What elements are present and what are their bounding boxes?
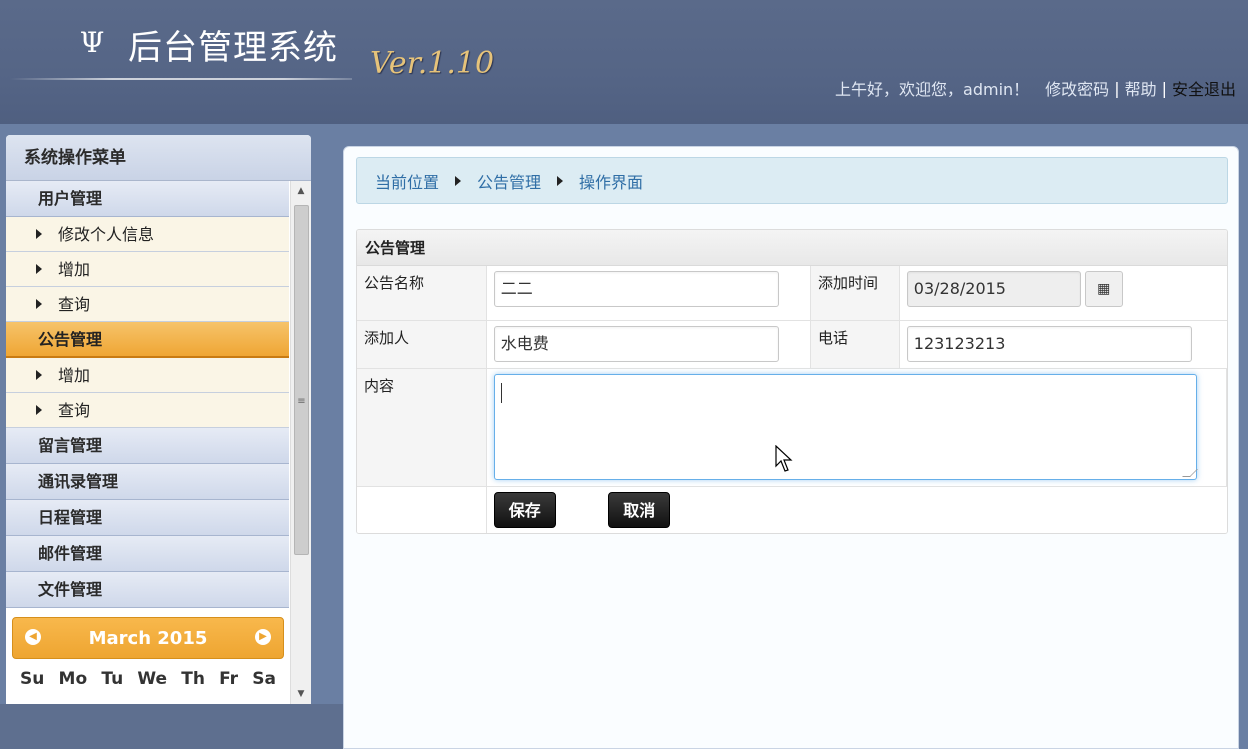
sidebar-scrollbar[interactable]: ▲ ≡ ▼ [290, 181, 311, 704]
field-cell [486, 369, 1227, 486]
weekday-label: Tu [101, 669, 124, 689]
breadcrumb: 当前位置 公告管理 操作界面 [356, 157, 1228, 204]
weekday-label: Su [20, 669, 45, 689]
menu-item-notice-add[interactable]: 增加 [6, 358, 289, 393]
field-cell: 水电费 [486, 321, 811, 368]
phone-input[interactable]: 123123213 [906, 326, 1192, 362]
caret-right-icon [36, 370, 42, 380]
menu-group-notice[interactable]: 公告管理 [6, 322, 289, 358]
calendar-weekdays: Su Mo Tu We Th Fr Sa [12, 669, 284, 689]
save-button[interactable]: 保存 [493, 492, 556, 528]
menu-item-label: 增加 [58, 260, 91, 279]
menu-item-edit-profile[interactable]: 修改个人信息 [6, 217, 289, 252]
logout-link[interactable]: 安全退出 [1172, 76, 1236, 100]
caret-right-icon [36, 299, 42, 309]
field-cell: 二二 [486, 266, 811, 320]
menu-item-user-query[interactable]: 查询 [6, 287, 289, 322]
footer-strip [0, 704, 344, 749]
resize-handle-icon[interactable] [1181, 469, 1198, 477]
menu-item-label: 查询 [58, 401, 91, 420]
caret-right-icon [36, 405, 42, 415]
sidebar-title: 系统操作菜单 [6, 135, 311, 181]
link-separator: | [1161, 78, 1167, 98]
field-cell: 123123213 [899, 321, 1227, 368]
form-row: 保存 取消 [357, 487, 1227, 533]
grip-icon: ≡ [297, 396, 306, 407]
field-label: 内容 [357, 369, 487, 486]
sidebar: 系统操作菜单 用户管理 修改个人信息 增加 查询 公告管理 增加 查询 留言管理… [6, 135, 311, 704]
field-cell: 03/28/2015 ▦ [899, 266, 1227, 320]
field-label: 公告名称 [357, 266, 487, 320]
weekday-label: Sa [252, 669, 276, 689]
main-panel: 当前位置 公告管理 操作界面 公告管理 公告名称 二二 添加时间 03/28/2… [343, 146, 1239, 749]
calendar-icon[interactable]: ▦ [1084, 271, 1123, 307]
logo-icon: Ψ [79, 26, 105, 59]
calendar-header: ◀ March 2015 ▶ [12, 617, 284, 659]
menu-group-user[interactable]: 用户管理 [6, 181, 289, 217]
menu-group-contacts[interactable]: 通讯录管理 [6, 464, 289, 500]
menu-item-notice-query[interactable]: 查询 [6, 393, 289, 428]
scroll-thumb[interactable]: ≡ [294, 205, 309, 555]
change-password-link[interactable]: 修改密码 [1045, 76, 1109, 100]
menu-item-label: 修改个人信息 [58, 225, 155, 244]
content-textarea[interactable] [493, 374, 1198, 480]
weekday-label: Fr [219, 669, 239, 689]
app-title: 后台管理系统 [128, 28, 338, 68]
header: Ψ 后台管理系统 Ver.1.10 上午好，欢迎您，admin！ 修改密码 | … [0, 0, 1248, 124]
menu-group-schedule[interactable]: 日程管理 [6, 500, 289, 536]
cancel-button[interactable]: 取消 [608, 492, 671, 528]
breadcrumb-item: 当前位置 [375, 172, 440, 192]
form-caption: 公告管理 [357, 230, 1227, 266]
text-cursor [500, 383, 502, 403]
greeting-text: 上午好，欢迎您，admin！ [835, 80, 1030, 99]
menu-item-user-add[interactable]: 增加 [6, 252, 289, 287]
form-row: 添加人 水电费 电话 123123213 [357, 321, 1227, 369]
weekday-label: Mo [58, 669, 88, 689]
adder-input[interactable]: 水电费 [493, 326, 779, 362]
version-label: Ver.1.10 [370, 46, 495, 81]
chevron-right-icon[interactable]: ▶ [255, 629, 271, 645]
menu-item-label: 增加 [58, 366, 91, 385]
caret-right-icon [455, 175, 462, 186]
field-label: 添加时间 [810, 266, 900, 320]
form-row: 公告名称 二二 添加时间 03/28/2015 ▦ [357, 266, 1227, 321]
help-link[interactable]: 帮助 [1125, 76, 1157, 100]
caret-right-icon [36, 229, 42, 239]
weekday-label: Th [181, 669, 205, 689]
top-links: 上午好，欢迎您，admin！ 修改密码 | 帮助 | 安全退出 [835, 76, 1236, 100]
logo-underline [10, 78, 352, 80]
button-cell: 保存 取消 [486, 487, 1227, 533]
menu-group-message[interactable]: 留言管理 [6, 428, 289, 464]
caret-right-icon [36, 264, 42, 274]
breadcrumb-item: 操作界面 [579, 172, 644, 192]
breadcrumb-item[interactable]: 公告管理 [477, 169, 541, 193]
menu-item-label: 查询 [58, 295, 91, 314]
add-time-input[interactable]: 03/28/2015 [906, 271, 1081, 307]
weekday-label: We [137, 669, 168, 689]
caret-right-icon [557, 175, 564, 186]
empty-cell [357, 487, 487, 533]
link-separator: | [1114, 78, 1120, 98]
scroll-up-icon[interactable]: ▲ [291, 181, 311, 201]
field-label: 添加人 [357, 321, 487, 368]
field-label: 电话 [810, 321, 900, 368]
notice-form: 公告管理 公告名称 二二 添加时间 03/28/2015 ▦ 添加人 水电费 电话… [356, 229, 1228, 534]
calendar-month-title: March 2015 [88, 628, 208, 649]
menu-group-mail[interactable]: 邮件管理 [6, 536, 289, 572]
sidebar-menu: 用户管理 修改个人信息 增加 查询 公告管理 增加 查询 留言管理 通讯录管理 … [6, 181, 289, 608]
notice-name-input[interactable]: 二二 [493, 271, 779, 307]
menu-group-files[interactable]: 文件管理 [6, 572, 289, 608]
mouse-pointer-icon [775, 445, 793, 472]
scroll-down-icon[interactable]: ▼ [291, 684, 311, 704]
